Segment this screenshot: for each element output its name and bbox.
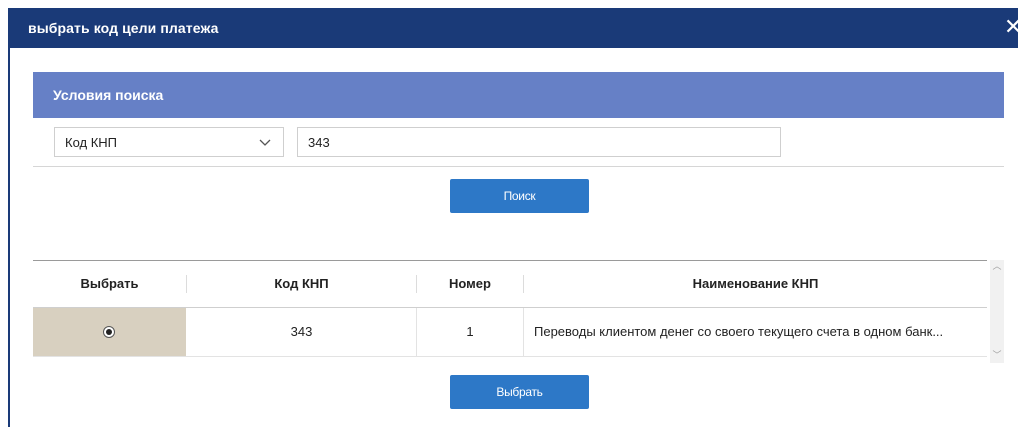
column-header-code: Код КНП <box>274 276 329 291</box>
radio-selected-dot <box>106 329 112 335</box>
dialog-title: выбрать код цели платежа <box>28 20 219 36</box>
search-conditions-header: Условия поиска <box>33 72 1004 118</box>
row-bottom-border <box>33 356 987 357</box>
column-header-number: Номер <box>449 276 491 291</box>
scroll-up-icon[interactable]: ︿ <box>990 260 1004 274</box>
search-divider <box>33 166 1004 167</box>
search-conditions-title: Условия поиска <box>53 87 164 103</box>
table-scrollbar[interactable]: ︿ ﹀ <box>990 260 1004 363</box>
column-header-name: Наименование КНП <box>692 276 819 291</box>
search-button[interactable]: Поиск <box>450 179 589 213</box>
dialog-left-border <box>8 48 10 427</box>
search-field-select[interactable]: Код КНП <box>54 127 284 157</box>
dialog-titlebar: выбрать код цели платежа ✕ <box>8 8 1018 48</box>
cell-code: 343 <box>290 324 313 339</box>
select-cell[interactable] <box>33 308 186 356</box>
column-separator <box>523 308 524 356</box>
chevron-down-icon <box>259 139 271 146</box>
cell-number: 1 <box>466 324 474 339</box>
search-field-selected-value: Код КНП <box>65 135 118 150</box>
row-select-radio[interactable] <box>103 326 115 338</box>
cell-name: Переводы клиентом денег со своего текуще… <box>534 324 944 339</box>
search-value-input[interactable] <box>297 127 781 157</box>
table-row[interactable]: 343 1 Переводы клиентом денег со своего … <box>33 308 987 356</box>
close-icon[interactable]: ✕ <box>1004 15 1018 41</box>
scroll-down-icon[interactable]: ﹀ <box>990 349 1004 363</box>
choose-button[interactable]: Выбрать <box>450 375 589 409</box>
column-header-select: Выбрать <box>80 276 139 291</box>
table-header: Выбрать Код КНП Номер Наименование КНП <box>33 261 987 307</box>
